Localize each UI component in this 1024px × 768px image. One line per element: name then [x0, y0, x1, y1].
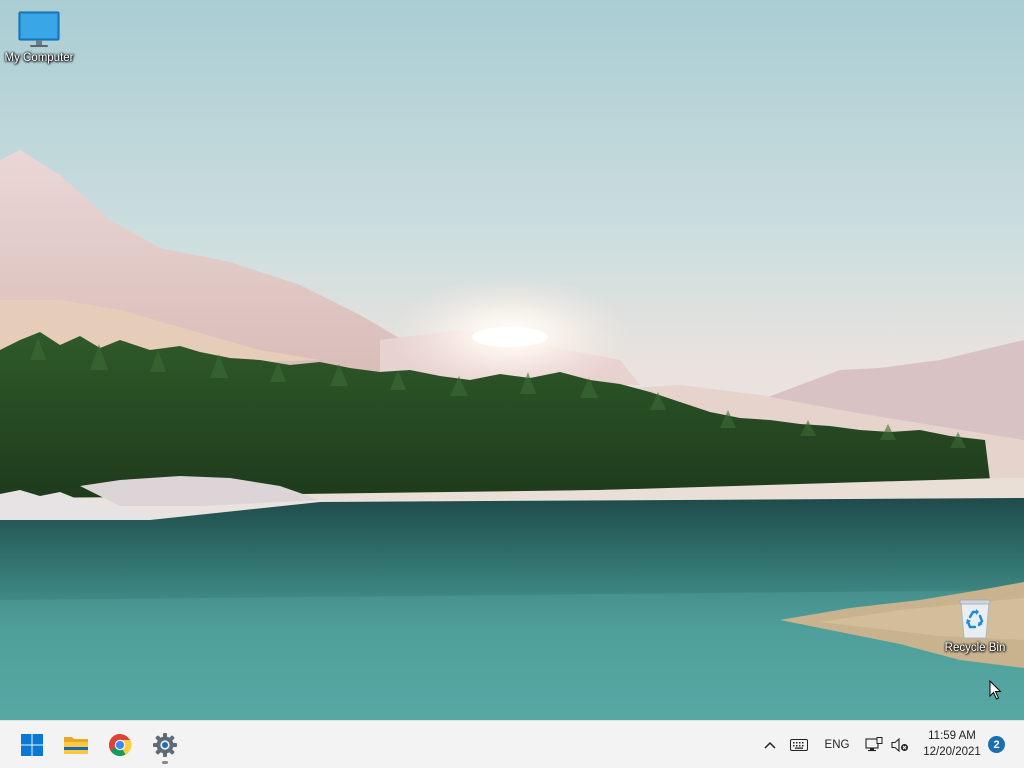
chrome-icon: [109, 734, 132, 756]
keyboard-icon: [790, 739, 808, 751]
network-status-button[interactable]: [864, 729, 884, 761]
desktop-icon-label: My Computer: [4, 52, 74, 64]
running-indicator: [162, 761, 168, 764]
language-indicator: ENG: [824, 739, 850, 751]
desktop[interactable]: My Computer Recycle Bin: [0, 0, 1024, 720]
notification-badge[interactable]: 2: [988, 736, 1005, 753]
network-icon: [865, 737, 883, 752]
clock[interactable]: 11:59 AM 12/20/2021: [918, 728, 986, 760]
desktop-icon-recycle-bin[interactable]: Recycle Bin: [937, 598, 1013, 654]
clock-date: 12/20/2021: [923, 746, 981, 758]
speaker-muted-icon: [891, 737, 908, 753]
chevron-up-icon: [764, 741, 776, 749]
settings-gear-icon: [153, 733, 177, 757]
input-language-button[interactable]: ENG: [818, 729, 856, 761]
chrome-button[interactable]: [100, 725, 140, 765]
recycle-bin-icon: [959, 599, 991, 639]
volume-button[interactable]: [889, 729, 911, 761]
touch-keyboard-button[interactable]: [786, 729, 812, 761]
start-button[interactable]: [12, 725, 52, 765]
settings-button[interactable]: [145, 725, 185, 765]
desktop-icon-label: Recycle Bin: [944, 642, 1006, 654]
show-hidden-icons-button[interactable]: [759, 729, 781, 761]
clock-time: 11:59 AM: [928, 730, 976, 742]
taskbar: ENG 11:59 AM 12/20/2021 2: [0, 720, 1024, 768]
windows-start-icon: [21, 734, 43, 756]
file-explorer-icon: [64, 737, 88, 754]
desktop-icon-my-computer[interactable]: My Computer: [1, 10, 77, 64]
wallpaper: [0, 0, 1024, 720]
monitor-icon: [18, 11, 60, 47]
file-explorer-button[interactable]: [56, 725, 96, 765]
mouse-cursor-icon: [989, 680, 1002, 700]
